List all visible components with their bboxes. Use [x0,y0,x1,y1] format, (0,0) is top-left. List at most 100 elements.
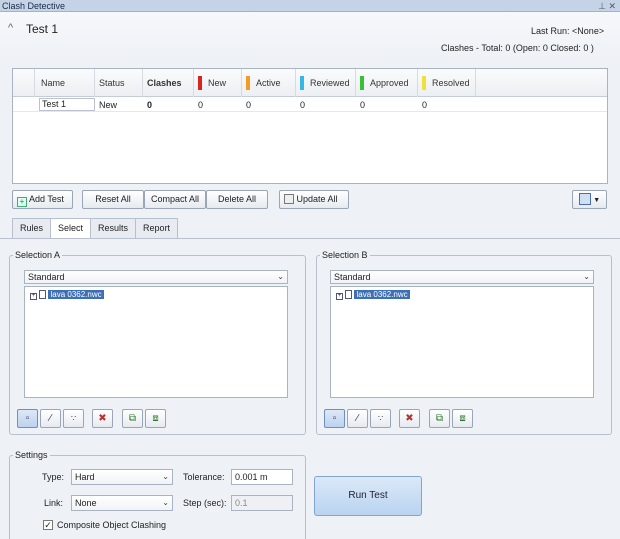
lines-icon: ∕ [356,413,359,424]
selection-b-combo[interactable]: Standard ⌄ [330,270,594,284]
self-intersect-icon: ✖ [405,413,414,424]
selection-a-surfaces-button[interactable]: ▫ [17,409,38,428]
delete-all-button[interactable]: Delete All [206,190,268,209]
selection-b-surfaces-button[interactable]: ▫ [324,409,345,428]
selection-b-select-in-scene-button[interactable]: ⧈ [452,409,473,428]
tolerance-input[interactable]: 0.001 m [231,469,293,485]
expand-icon[interactable]: + [30,293,37,300]
tab-select[interactable]: Select [50,218,92,239]
window-title: Clash Detective [0,0,620,12]
clash-summary: Clashes - Total: 0 (Open: 0 Closed: 0 ) [441,43,594,53]
step-label: Step (sec): [183,498,227,508]
add-test-button[interactable]: + Add Test [12,190,73,209]
tab-divider [0,238,620,239]
composite-checkbox[interactable]: ✓ [43,520,53,530]
selection-b-tree[interactable]: + lava 0362.nwc [330,286,594,398]
column-name[interactable]: Name [35,69,95,97]
use-current-icon: ⧉ [128,413,137,424]
points-icon: ∵ [70,414,77,423]
resolved-cell: 0 [422,100,428,110]
run-test-button[interactable]: Run Test [314,476,422,516]
select-in-scene-icon: ⧈ [459,413,466,424]
active-cell: 0 [246,100,252,110]
column-new[interactable]: New [194,69,242,97]
selection-a-lines-button[interactable]: ∕ [40,409,61,428]
selection-b-lines-button[interactable]: ∕ [347,409,368,428]
export-dropdown-button[interactable]: ▼ [572,190,607,209]
selection-a-use-current-button[interactable]: ⧉ [122,409,143,428]
tree-item[interactable]: + lava 0362.nwc [30,290,104,300]
column-status[interactable]: Status [95,69,143,97]
approved-color-swatch [360,76,364,90]
active-color-swatch [246,76,250,90]
selection-a-self-intersect-button[interactable]: ✖ [92,409,113,428]
tolerance-label: Tolerance: [183,472,225,482]
selection-b-self-intersect-button[interactable]: ✖ [399,409,420,428]
test-name-cell[interactable]: Test 1 [39,98,95,111]
column-approved[interactable]: Approved [356,69,418,97]
select-in-scene-icon: ⧈ [152,413,159,424]
compact-all-button[interactable]: Compact All [144,190,206,209]
selection-a-tree[interactable]: + lava 0362.nwc [24,286,288,398]
table-row[interactable]: Test 1 New 0 0 0 0 0 0 [13,98,607,112]
row-selector-header [13,69,35,97]
current-test-name: Test 1 [26,22,59,36]
tab-results[interactable]: Results [90,218,137,238]
points-icon: ∵ [377,414,384,423]
window-controls: ⊥ ✕ [598,0,616,12]
chevron-down-icon: ⌄ [277,272,284,281]
tab-report[interactable]: Report [135,218,179,238]
update-all-button[interactable]: Update All [279,190,349,209]
row-selector [13,98,35,112]
selection-b-title: Selection B [320,250,370,260]
type-select[interactable]: Hard ⌄ [71,469,173,485]
file-icon [345,290,353,299]
selection-a-points-button[interactable]: ∵ [63,409,84,428]
settings-title: Settings [13,450,50,460]
clashes-cell: 0 [147,100,153,110]
lines-icon: ∕ [49,413,52,424]
tests-table: Name Status Clashes New Active Reviewed … [12,68,608,184]
selection-b-points-button[interactable]: ∵ [370,409,391,428]
reset-all-button[interactable]: Reset All [82,190,144,209]
selection-b-use-current-button[interactable]: ⧉ [429,409,450,428]
chevron-down-icon: ▼ [593,197,601,204]
status-cell: New [99,100,118,110]
collapse-icon[interactable]: ^ [8,22,13,34]
tab-strip: Rules Select Results Report [12,218,179,239]
selection-a-combo[interactable]: Standard ⌄ [24,270,288,284]
chevron-down-icon: ⌄ [162,472,169,481]
add-test-icon: + [17,197,27,207]
link-select[interactable]: None ⌄ [71,495,173,511]
tab-rules[interactable]: Rules [12,218,52,238]
composite-label: Composite Object Clashing [57,520,167,530]
column-resolved[interactable]: Resolved [418,69,476,97]
column-reviewed[interactable]: Reviewed [296,69,356,97]
column-active[interactable]: Active [242,69,296,97]
chevron-down-icon: ⌄ [162,498,169,507]
pin-icon[interactable]: ⊥ [598,1,606,11]
last-run: Last Run: <None> [531,26,604,37]
use-current-icon: ⧉ [435,413,444,424]
expand-icon[interactable]: + [336,293,343,300]
self-intersect-icon: ✖ [98,413,107,424]
surfaces-icon: ▫ [332,413,337,424]
chevron-down-icon: ⌄ [583,272,590,281]
column-clashes[interactable]: Clashes [143,69,194,97]
reviewed-cell: 0 [300,100,306,110]
last-run-label: Last Run: [531,26,570,36]
step-input[interactable]: 0.1 [231,495,293,511]
selection-a-select-in-scene-button[interactable]: ⧈ [145,409,166,428]
approved-cell: 0 [360,100,366,110]
new-cell: 0 [198,100,204,110]
link-label: Link: [44,498,64,508]
file-icon [39,290,47,299]
export-icon [578,193,591,205]
new-color-swatch [198,76,202,90]
resolved-color-swatch [422,76,426,90]
update-icon [284,194,294,204]
surfaces-icon: ▫ [25,413,30,424]
last-run-value: <None> [572,26,605,36]
close-icon[interactable]: ✕ [608,1,616,11]
tree-item[interactable]: + lava 0362.nwc [336,290,410,300]
